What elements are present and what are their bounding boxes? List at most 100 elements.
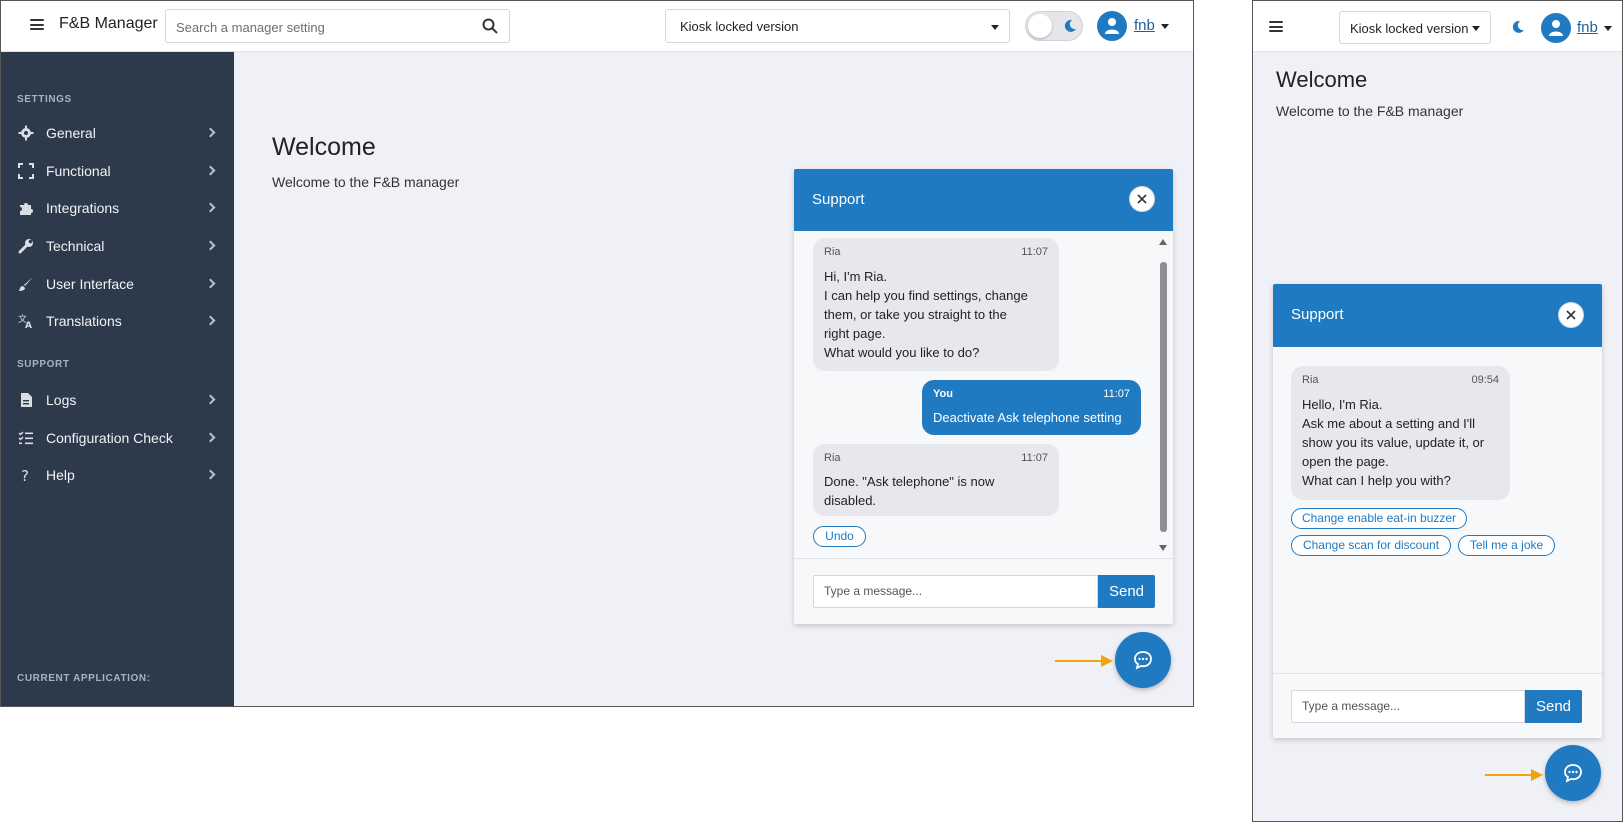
message-bubble-bot: Ria 09:54 Hello, I'm Ria. Ask me about a… [1291,366,1510,500]
chat-launcher-button[interactable] [1545,745,1601,801]
page-title: Welcome [1276,67,1368,92]
user-icon [1549,20,1563,36]
user-menu-link[interactable]: fnb [1577,19,1598,36]
sidebar-heading-current-application: CURRENT APPLICATION: [17,673,151,684]
sidebar-item-translations[interactable]: 文A Translations [1,304,234,338]
message-time: 11:07 [1021,452,1048,464]
message-text: I can help you find settings, change [824,288,1028,303]
sidebar-item-configuration-check[interactable]: Configuration Check [1,421,234,455]
sidebar-item-label: Logs [46,392,77,408]
chevron-right-icon [205,432,216,443]
sidebar-item-general[interactable]: General [1,116,234,150]
mobile-view: Kiosk locked version fnb Welcome Welcome… [1252,0,1623,822]
message-bubble-bot: Ria 11:07 Hi, I'm Ria. I can help you fi… [813,238,1059,371]
message-composer: Send [794,558,1173,624]
version-select[interactable]: Kiosk locked version [665,9,1010,43]
annotation-arrow-head [1101,655,1113,667]
sidebar-item-technical[interactable]: Technical [1,229,234,263]
scroll-up-icon[interactable] [1159,239,1167,245]
menu-icon[interactable] [1269,21,1283,32]
sidebar-item-label: Configuration Check [46,430,173,446]
dark-mode-toggle[interactable] [1025,11,1083,41]
wrench-icon [18,239,33,254]
chat-bubble-icon [1564,764,1582,783]
scrollbar[interactable] [1158,235,1168,555]
message-sender: You [933,388,953,400]
message-bubble-user: You 11:07 Deactivate Ask telephone setti… [922,380,1141,435]
undo-button[interactable]: Undo [813,526,866,547]
message-input-box[interactable] [1291,690,1525,723]
translate-icon: 文A [18,313,32,329]
sidebar-item-functional[interactable]: Functional [1,154,234,188]
message-text: What would you like to do? [824,345,980,360]
support-panel: Support Ria 11:07 Hi, I'm Ria. I can hel… [794,169,1173,624]
sidebar-item-user-interface[interactable]: User Interface [1,267,234,301]
close-icon [1566,310,1576,320]
version-select-value: Kiosk locked version [1350,21,1469,36]
message-sender: Ria [824,246,841,258]
sidebar-item-label: Help [46,467,75,483]
avatar[interactable] [1097,11,1127,41]
suggestion-chip[interactable]: Change scan for discount [1291,535,1451,556]
support-title: Support [1291,306,1344,323]
version-select-value: Kiosk locked version [680,19,799,34]
desktop-view: F&B Manager Kiosk locked version fnb SET… [0,0,1194,707]
close-icon [1137,194,1147,204]
sidebar-item-help[interactable]: ? Help [1,458,234,492]
message-input[interactable] [1302,699,1502,713]
expand-icon [18,163,34,179]
sidebar-item-label: Translations [46,313,122,329]
sidebar-item-integrations[interactable]: Integrations [1,191,234,225]
close-button[interactable] [1558,302,1584,328]
message-sender: Ria [1302,374,1319,386]
caret-down-icon [991,25,999,30]
scroll-down-icon[interactable] [1159,545,1167,551]
message-time: 09:54 [1471,374,1499,386]
sidebar-heading-settings: SETTINGS [17,94,72,105]
sidebar-item-label: Functional [46,163,111,179]
send-button[interactable]: Send [1098,575,1155,608]
chat-launcher-button[interactable] [1115,632,1171,688]
chevron-right-icon [205,278,216,289]
sidebar-heading-support: SUPPORT [17,359,70,370]
suggestion-chip[interactable]: Change enable eat-in buzzer [1291,508,1467,529]
message-text: disabled. [824,493,877,508]
message-text: show you its value, update it, or [1302,435,1485,450]
close-button[interactable] [1129,186,1155,212]
user-icon [1105,18,1119,34]
send-button[interactable]: Send [1525,690,1582,723]
scroll-thumb[interactable] [1160,262,1167,532]
file-icon [21,393,32,407]
annotation-arrow-head [1531,769,1543,781]
question-icon: ? [21,467,29,483]
message-input[interactable] [824,584,1064,598]
chevron-right-icon [205,202,216,213]
app-title: F&B Manager [59,15,158,32]
svg-text:A: A [25,321,32,329]
search-input[interactable] [176,17,476,37]
message-input-box[interactable] [813,575,1098,608]
message-time: 11:07 [1021,246,1048,258]
version-select[interactable]: Kiosk locked version [1339,11,1491,44]
message-time: 11:07 [1103,388,1130,400]
search-box[interactable] [165,9,510,43]
chevron-right-icon [205,315,216,326]
brush-icon [19,277,33,291]
message-text: open the page. [1302,454,1389,469]
message-sender: Ria [824,452,841,464]
avatar[interactable] [1541,13,1571,43]
user-menu-link[interactable]: fnb [1134,17,1155,34]
menu-icon[interactable] [30,19,44,30]
message-composer: Send [1273,673,1602,738]
puzzle-icon [20,203,33,215]
support-header: Support [1273,284,1602,347]
top-bar: Kiosk locked version fnb [1253,1,1622,52]
sidebar-item-label: Technical [46,238,105,254]
suggestion-chip[interactable]: Tell me a joke [1458,535,1555,556]
sidebar-item-logs[interactable]: Logs [1,383,234,417]
moon-icon [1064,19,1076,32]
top-bar: F&B Manager Kiosk locked version fnb [1,1,1193,52]
sidebar-item-label: User Interface [46,276,134,292]
moon-icon[interactable] [1511,20,1525,34]
search-icon[interactable] [482,18,498,34]
